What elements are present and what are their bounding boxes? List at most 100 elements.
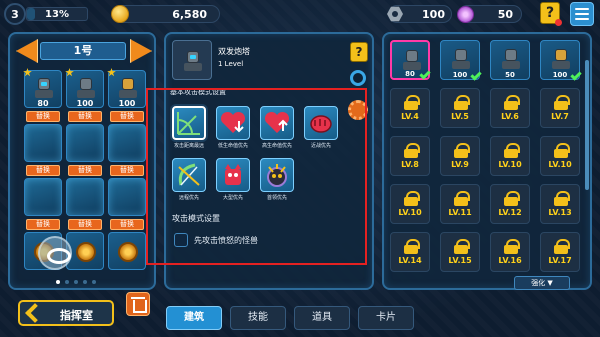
- unlock-level: LV.10: [398, 208, 422, 217]
- pager-dot[interactable]: [56, 280, 60, 284]
- team-slot-empty[interactable]: [24, 124, 62, 162]
- coin-slot-icon: [76, 242, 96, 262]
- back-button[interactable]: 指挥室: [18, 300, 114, 326]
- bolt-counter[interactable]: 100: [387, 5, 452, 23]
- tab-items[interactable]: 道具: [294, 306, 350, 330]
- owned-tower-slot[interactable]: 100: [440, 40, 482, 81]
- locked-tower-slot[interactable]: LV.6: [490, 88, 530, 128]
- star-icon: [107, 68, 116, 77]
- pager-dot[interactable]: [83, 280, 87, 284]
- bottom-tabs: 建筑 技能 道具 卡片: [166, 306, 414, 330]
- swap-button[interactable]: 替换: [68, 219, 102, 230]
- next-team-button[interactable]: [130, 39, 152, 63]
- swap-button[interactable]: 替换: [68, 165, 102, 176]
- team-pager: [56, 280, 96, 284]
- menu-icon[interactable]: [570, 2, 594, 26]
- team-slot-empty[interactable]: [66, 178, 104, 216]
- locked-tower-slot[interactable]: LV.14: [390, 232, 430, 272]
- xp-percent: 13%: [45, 8, 69, 20]
- help-icon[interactable]: ?: [350, 42, 368, 62]
- locked-tower-slot[interactable]: LV.15: [440, 232, 480, 272]
- coin-icon: [111, 5, 129, 23]
- locked-tower-slot[interactable]: LV.8: [390, 136, 430, 176]
- locked-tower-slot[interactable]: LV.17: [540, 232, 580, 272]
- skill-label: 低生命值优先: [217, 143, 248, 149]
- bolt-icon: [387, 6, 403, 22]
- skill-boss[interactable]: [260, 158, 294, 192]
- unlock-level: LV.11: [448, 208, 472, 217]
- tower-list-scrollbar[interactable]: [585, 60, 589, 190]
- swap-button[interactable]: 替换: [26, 219, 60, 230]
- locked-tower-slot[interactable]: LV.10: [540, 136, 580, 176]
- locked-tower-slot[interactable]: LV.5: [440, 88, 480, 128]
- tower-name: 双发炮塔: [218, 47, 250, 56]
- gem-counter[interactable]: 50: [457, 5, 522, 23]
- tab-skills[interactable]: 技能: [230, 306, 286, 330]
- swap-button[interactable]: 替换: [110, 111, 144, 122]
- swap-button[interactable]: 替换: [26, 111, 60, 122]
- pager-dot[interactable]: [74, 280, 78, 284]
- owned-tower-slot[interactable]: 80: [390, 40, 431, 80]
- selected-tower-portrait: [172, 40, 212, 80]
- team-slot-empty[interactable]: [108, 178, 146, 216]
- search-icon[interactable]: [350, 70, 366, 86]
- swap-button[interactable]: 替换: [110, 219, 144, 230]
- prev-team-button[interactable]: [16, 39, 38, 63]
- tower-icon: [501, 47, 521, 69]
- tab-building[interactable]: 建筑: [166, 306, 222, 330]
- skill-ranged[interactable]: [172, 158, 206, 192]
- skill-melee[interactable]: [304, 106, 338, 140]
- team-slot-3[interactable]: 100: [107, 68, 146, 108]
- team-slot-empty[interactable]: [108, 124, 146, 162]
- locked-tower-slot[interactable]: LV.7: [540, 88, 580, 128]
- unlock-level: LV.10: [498, 160, 522, 169]
- locked-tower-slot[interactable]: LV.12: [490, 184, 530, 224]
- skill-big[interactable]: [216, 158, 250, 192]
- lock-icon: [404, 239, 420, 254]
- owned-tower-slot[interactable]: 50: [490, 40, 530, 80]
- enhance-button[interactable]: 强化 ▼: [514, 276, 570, 290]
- locked-tower-slot[interactable]: LV.4: [390, 88, 430, 128]
- star-icon: [65, 68, 74, 77]
- locked-tower-slot[interactable]: LV.9: [440, 136, 480, 176]
- locked-tower-slot[interactable]: LV.11: [440, 184, 480, 224]
- tower-icon: [451, 47, 471, 69]
- link-toggle-icon[interactable]: [38, 236, 72, 270]
- boss-icon: [267, 164, 287, 187]
- lock-icon: [454, 95, 470, 110]
- team-panel: 1号 80 100 100 替换 替换 替换 替换 替换 替换 替换 替换 替换: [8, 32, 156, 290]
- xp-fill: [27, 8, 35, 20]
- team-slot-coin[interactable]: [108, 232, 146, 270]
- pager-dot[interactable]: [92, 280, 96, 284]
- notification-dot: [555, 19, 562, 26]
- tower-count: 50: [505, 71, 515, 79]
- trash-icon[interactable]: [126, 292, 150, 316]
- swap-button[interactable]: 替换: [110, 165, 144, 176]
- unlock-level: LV.15: [448, 256, 472, 265]
- skill-high-hp[interactable]: [260, 106, 294, 140]
- lock-icon: [504, 191, 520, 206]
- locked-tower-slot[interactable]: LV.10: [390, 184, 430, 224]
- team-slot-empty[interactable]: [66, 124, 104, 162]
- heart-up-icon: [264, 111, 290, 133]
- locked-tower-slot[interactable]: LV.10: [490, 136, 530, 176]
- locked-tower-slot[interactable]: LV.16: [490, 232, 530, 272]
- swap-button[interactable]: 替换: [68, 111, 102, 122]
- swap-button[interactable]: 替换: [26, 165, 60, 176]
- unlock-level: LV.17: [548, 256, 572, 265]
- locked-tower-slot[interactable]: LV.13: [540, 184, 580, 224]
- skill-low-hp[interactable]: [216, 106, 250, 140]
- lock-icon: [504, 143, 520, 158]
- quest-icon[interactable]: ?: [540, 2, 562, 26]
- gear-icon[interactable]: [348, 100, 368, 120]
- team-slot-2[interactable]: 100: [65, 68, 104, 108]
- pager-dot[interactable]: [65, 280, 69, 284]
- team-slot-1[interactable]: 80: [23, 68, 62, 108]
- tab-cards[interactable]: 卡片: [358, 306, 414, 330]
- team-slot-empty[interactable]: [24, 178, 62, 216]
- coin-counter[interactable]: 6,580: [111, 5, 220, 23]
- angry-first-checkbox[interactable]: [174, 233, 188, 247]
- owned-tower-slot[interactable]: 100: [540, 40, 582, 81]
- skill-range[interactable]: [172, 106, 206, 140]
- skill-label: 攻击距离最远: [173, 143, 204, 149]
